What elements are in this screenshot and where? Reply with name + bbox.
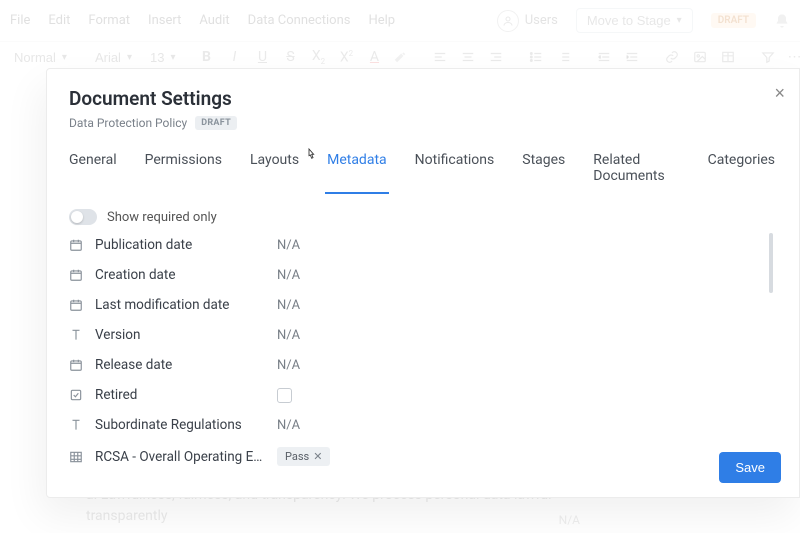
modal-subtitle: Data Protection Policy: [69, 116, 187, 130]
document-settings-modal: × Document Settings Data Protection Poli…: [46, 68, 800, 498]
metadata-value: N/A: [277, 328, 300, 343]
metadata-row[interactable]: RCSA - Overall Operating E… Pass ✕: [69, 447, 761, 466]
metadata-label: RCSA - Overall Operating E…: [95, 449, 265, 465]
checkbox-icon: [69, 388, 83, 402]
draft-chip: DRAFT: [195, 116, 237, 130]
tab-notifications[interactable]: Notifications: [415, 148, 495, 194]
show-required-toggle[interactable]: [69, 209, 97, 225]
metadata-label: Publication date: [95, 237, 265, 253]
metadata-value: N/A: [277, 238, 300, 253]
metadata-row[interactable]: Retired: [69, 387, 761, 403]
metadata-chip[interactable]: Pass ✕: [277, 447, 330, 466]
metadata-row[interactable]: Release date N/A: [69, 357, 761, 373]
calendar-icon: [69, 238, 83, 252]
tab-permissions[interactable]: Permissions: [145, 148, 222, 194]
calendar-icon: [69, 268, 83, 282]
close-button[interactable]: ×: [774, 83, 785, 104]
metadata-value: N/A: [277, 298, 300, 313]
metadata-row[interactable]: Creation date N/A: [69, 267, 761, 283]
metadata-label: Last modification date: [95, 297, 265, 313]
tab-categories[interactable]: Categories: [708, 148, 775, 194]
metadata-label: Release date: [95, 357, 265, 373]
metadata-value: N/A: [277, 418, 300, 433]
save-button[interactable]: Save: [719, 452, 781, 483]
tab-stages[interactable]: Stages: [522, 148, 565, 194]
metadata-label: Retired: [95, 387, 265, 403]
tab-layouts[interactable]: Layouts: [250, 148, 299, 194]
tab-related-documents[interactable]: Related Documents: [593, 148, 679, 194]
metadata-value: N/A: [277, 268, 300, 283]
metadata-label: Creation date: [95, 267, 265, 283]
settings-tabs: General Permissions Layouts Metadata Not…: [69, 148, 775, 195]
chip-remove-icon[interactable]: ✕: [313, 450, 322, 463]
text-icon: [69, 418, 83, 432]
metadata-label: Version: [95, 327, 265, 343]
calendar-icon: [69, 358, 83, 372]
tab-general[interactable]: General: [69, 148, 117, 194]
metadata-row[interactable]: Last modification date N/A: [69, 297, 761, 313]
show-required-label: Show required only: [107, 210, 217, 225]
metadata-row[interactable]: Publication date N/A: [69, 237, 761, 253]
chip-label: Pass: [285, 450, 309, 463]
tab-metadata[interactable]: Metadata: [327, 148, 387, 194]
calendar-icon: [69, 298, 83, 312]
table-icon: [69, 450, 83, 464]
metadata-value: N/A: [277, 358, 300, 373]
metadata-checkbox[interactable]: [277, 388, 292, 403]
metadata-label: Subordinate Regulations: [95, 417, 265, 433]
scrollbar[interactable]: [769, 233, 773, 293]
metadata-row[interactable]: Subordinate Regulations N/A: [69, 417, 761, 433]
metadata-row[interactable]: Version N/A: [69, 327, 761, 343]
text-icon: [69, 328, 83, 342]
metadata-list: Publication dateN/ACreation dateN/ALast …: [69, 237, 761, 466]
modal-title: Document Settings: [69, 87, 775, 110]
metadata-panel: Show required only Publication dateN/ACr…: [69, 209, 775, 479]
